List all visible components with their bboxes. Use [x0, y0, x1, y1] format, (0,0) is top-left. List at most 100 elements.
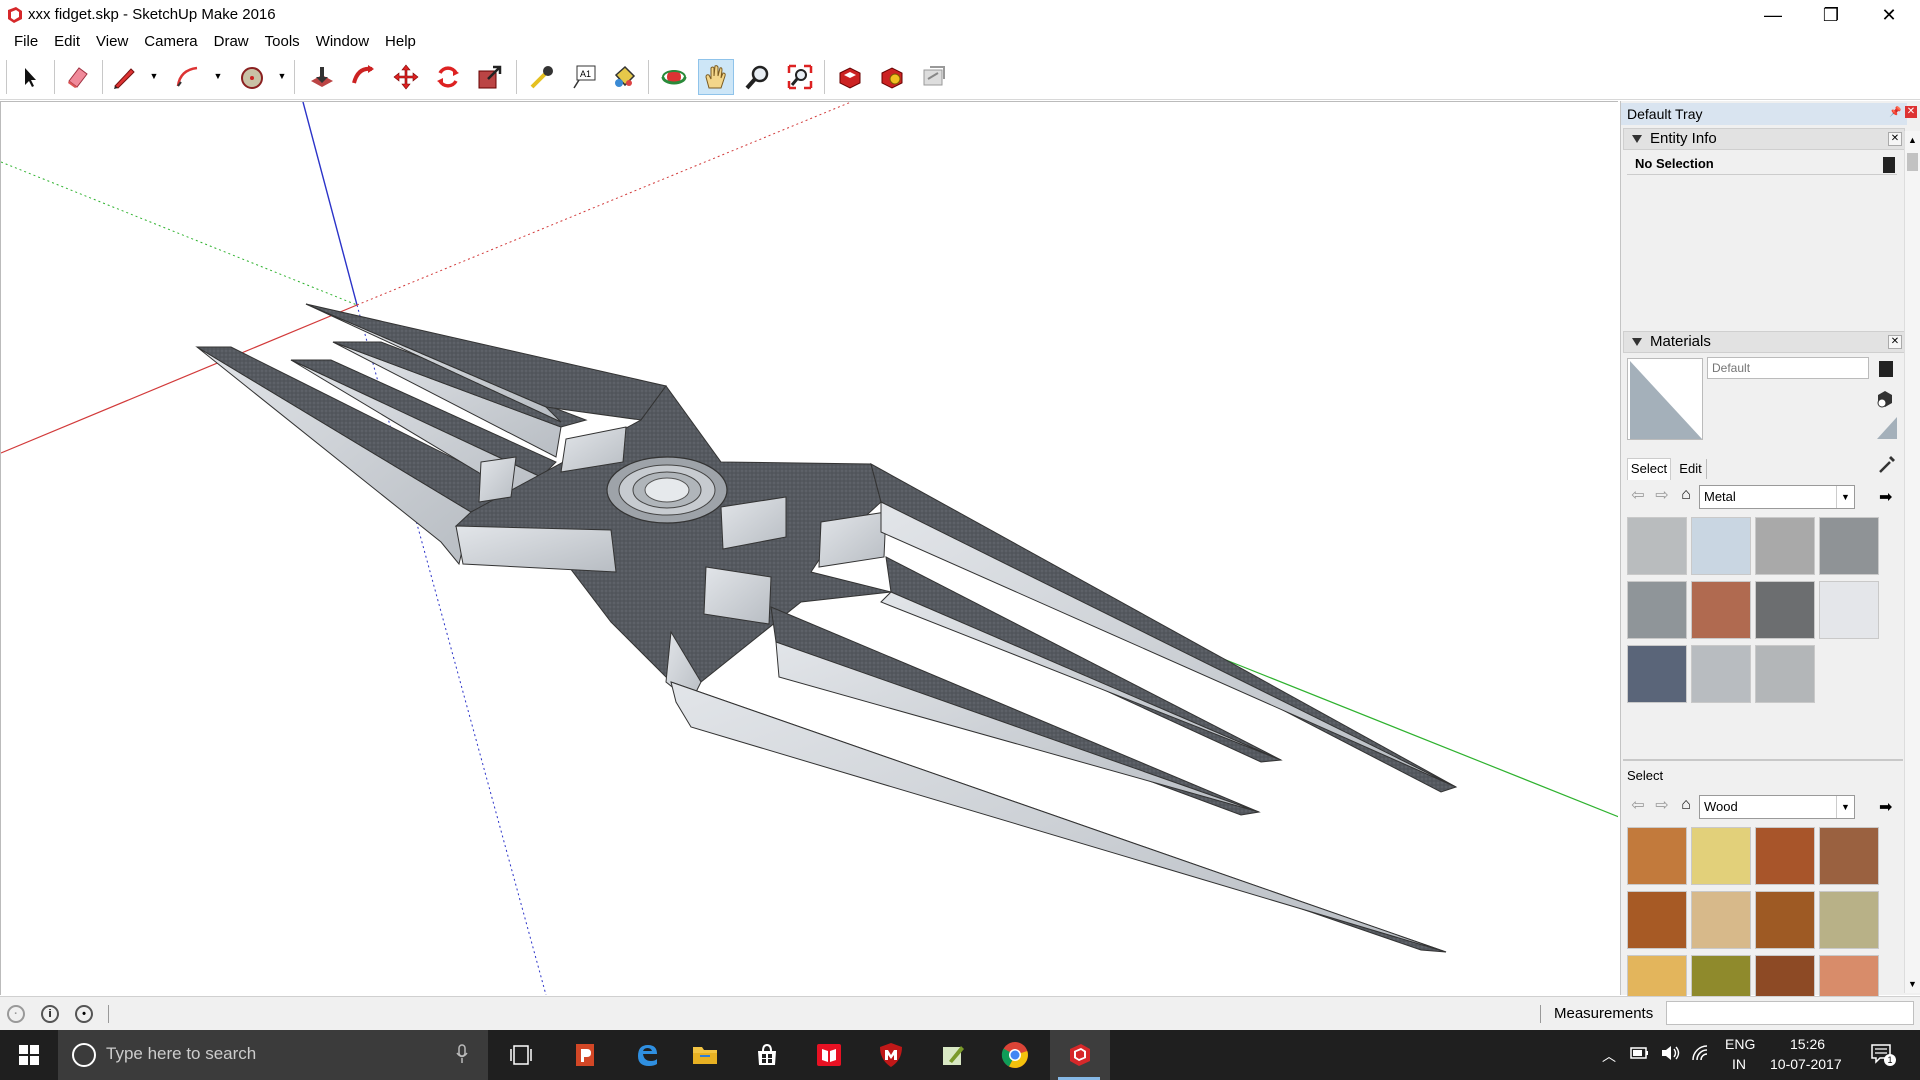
arc-tool-button[interactable]	[170, 59, 206, 95]
material-swatch[interactable]	[1819, 891, 1879, 949]
action-center-button[interactable]: 1	[1870, 1042, 1896, 1066]
input-language[interactable]: ENG	[1725, 1036, 1755, 1052]
forward-icon[interactable]: ⇨	[1651, 794, 1673, 816]
orbit-tool-button[interactable]	[656, 59, 692, 95]
library-select-metal[interactable]: Metal ▼	[1699, 485, 1855, 509]
menu-help[interactable]: Help	[377, 30, 424, 54]
entity-info-header[interactable]: Entity Info ✕	[1623, 128, 1905, 150]
microphone-icon[interactable]	[456, 1044, 468, 1064]
material-name-field[interactable]	[1707, 357, 1869, 379]
details-toggle-icon[interactable]	[1879, 361, 1893, 377]
extension-warehouse-button[interactable]	[874, 59, 910, 95]
material-swatch[interactable]	[1627, 581, 1687, 639]
taskbar-search-box[interactable]: Type here to search	[58, 1030, 488, 1080]
menu-draw[interactable]: Draw	[206, 30, 257, 54]
material-swatch[interactable]	[1755, 645, 1815, 703]
taskbar-app-powerpoint[interactable]	[556, 1030, 614, 1080]
material-swatch[interactable]	[1755, 581, 1815, 639]
tab-edit[interactable]: Edit	[1675, 459, 1707, 479]
menu-camera[interactable]: Camera	[136, 30, 205, 54]
default-material-icon[interactable]	[1877, 417, 1897, 439]
material-swatch[interactable]	[1627, 645, 1687, 703]
paint-bucket-tool-button[interactable]	[606, 59, 642, 95]
details-arrow-icon[interactable]: ➡	[1879, 487, 1897, 507]
sample-paint-icon[interactable]	[1877, 454, 1897, 474]
material-swatch[interactable]	[1691, 645, 1751, 703]
zoom-tool-button[interactable]	[740, 59, 776, 95]
materials-header[interactable]: Materials ✕	[1623, 331, 1905, 353]
taskbar-app-chrome[interactable]	[986, 1030, 1044, 1080]
battery-icon[interactable]	[1630, 1046, 1648, 1060]
shape-dropdown-icon[interactable]: ▼	[276, 70, 288, 82]
material-swatch[interactable]	[1819, 581, 1879, 639]
measurements-input[interactable]	[1666, 1001, 1914, 1025]
menu-file[interactable]: File	[6, 30, 46, 54]
shape-tool-button[interactable]	[234, 59, 270, 95]
3d-warehouse-button[interactable]	[832, 59, 868, 95]
taskbar-app-notes[interactable]	[924, 1030, 982, 1080]
start-button[interactable]	[0, 1030, 58, 1080]
entity-info-close-icon[interactable]: ✕	[1888, 132, 1902, 146]
create-material-icon[interactable]	[1875, 389, 1895, 409]
back-icon[interactable]: ⇦	[1627, 794, 1649, 816]
menu-window[interactable]: Window	[308, 30, 377, 54]
material-swatch[interactable]	[1627, 891, 1687, 949]
material-swatch[interactable]	[1819, 827, 1879, 885]
pin-icon[interactable]: 📌	[1889, 107, 1901, 119]
taskbar-app-file-explorer[interactable]	[676, 1030, 734, 1080]
home-icon[interactable]: ⌂	[1675, 794, 1697, 816]
clock-time[interactable]: 15:26	[1790, 1036, 1825, 1052]
library-select-wood[interactable]: Wood ▼	[1699, 795, 1855, 819]
text-tool-button[interactable]: A1	[566, 59, 602, 95]
tray-close-icon[interactable]: ✕	[1905, 106, 1917, 118]
material-swatch[interactable]	[1691, 827, 1751, 885]
line-tool-button[interactable]	[106, 59, 142, 95]
home-icon[interactable]: ⌂	[1675, 484, 1697, 506]
clock-date[interactable]: 10-07-2017	[1770, 1056, 1842, 1072]
network-wifi-icon[interactable]	[1690, 1044, 1712, 1062]
back-icon[interactable]: ⇦	[1627, 484, 1649, 506]
push-pull-tool-button[interactable]	[304, 59, 340, 95]
close-button[interactable]: ✕	[1860, 0, 1918, 30]
move-tool-button[interactable]	[388, 59, 424, 95]
show-hidden-icons-chevron-icon[interactable]: ︿	[1602, 1046, 1616, 1066]
task-view-button[interactable]	[492, 1030, 550, 1080]
input-region[interactable]: IN	[1732, 1056, 1746, 1072]
menu-edit[interactable]: Edit	[46, 30, 88, 54]
taskbar-app-mcafee[interactable]	[862, 1030, 920, 1080]
forward-icon[interactable]: ⇨	[1651, 484, 1673, 506]
scroll-up-icon[interactable]: ▲	[1908, 135, 1917, 145]
arc-dropdown-icon[interactable]: ▼	[212, 70, 224, 82]
zoom-extents-tool-button[interactable]	[782, 59, 818, 95]
minimize-button[interactable]: —	[1744, 0, 1802, 30]
menu-tools[interactable]: Tools	[257, 30, 308, 54]
details-arrow-icon[interactable]: ➡	[1879, 797, 1897, 817]
eraser-tool-button[interactable]	[60, 59, 96, 95]
tray-scrollbar[interactable]: ▲ ▼	[1904, 131, 1920, 993]
credits-info-icon[interactable]: i	[41, 1005, 59, 1023]
user-account-icon[interactable]: •	[75, 1005, 93, 1023]
menu-view[interactable]: View	[88, 30, 136, 54]
modeling-viewport[interactable]	[0, 101, 1618, 995]
follow-me-tool-button[interactable]	[346, 59, 382, 95]
material-swatch[interactable]	[1755, 827, 1815, 885]
materials-close-icon[interactable]: ✕	[1888, 335, 1902, 349]
entity-info-toggle-icon[interactable]	[1883, 157, 1895, 173]
scale-tool-button[interactable]	[472, 59, 508, 95]
material-swatch[interactable]	[1755, 891, 1815, 949]
material-swatch[interactable]	[1627, 827, 1687, 885]
scroll-thumb[interactable]	[1907, 153, 1918, 171]
taskbar-app-reader[interactable]	[800, 1030, 858, 1080]
send-to-layout-button[interactable]	[916, 59, 952, 95]
material-swatch[interactable]	[1755, 517, 1815, 575]
volume-icon[interactable]	[1660, 1044, 1682, 1062]
material-swatch[interactable]	[1819, 517, 1879, 575]
line-dropdown-icon[interactable]: ▼	[148, 70, 160, 82]
material-swatch[interactable]	[1627, 517, 1687, 575]
geo-location-icon[interactable]: ·	[7, 1005, 25, 1023]
material-swatch[interactable]	[1691, 581, 1751, 639]
material-swatch[interactable]	[1691, 891, 1751, 949]
restore-button[interactable]: ❐	[1802, 0, 1860, 30]
tab-select[interactable]: Select	[1627, 458, 1671, 480]
rotate-tool-button[interactable]	[430, 59, 466, 95]
